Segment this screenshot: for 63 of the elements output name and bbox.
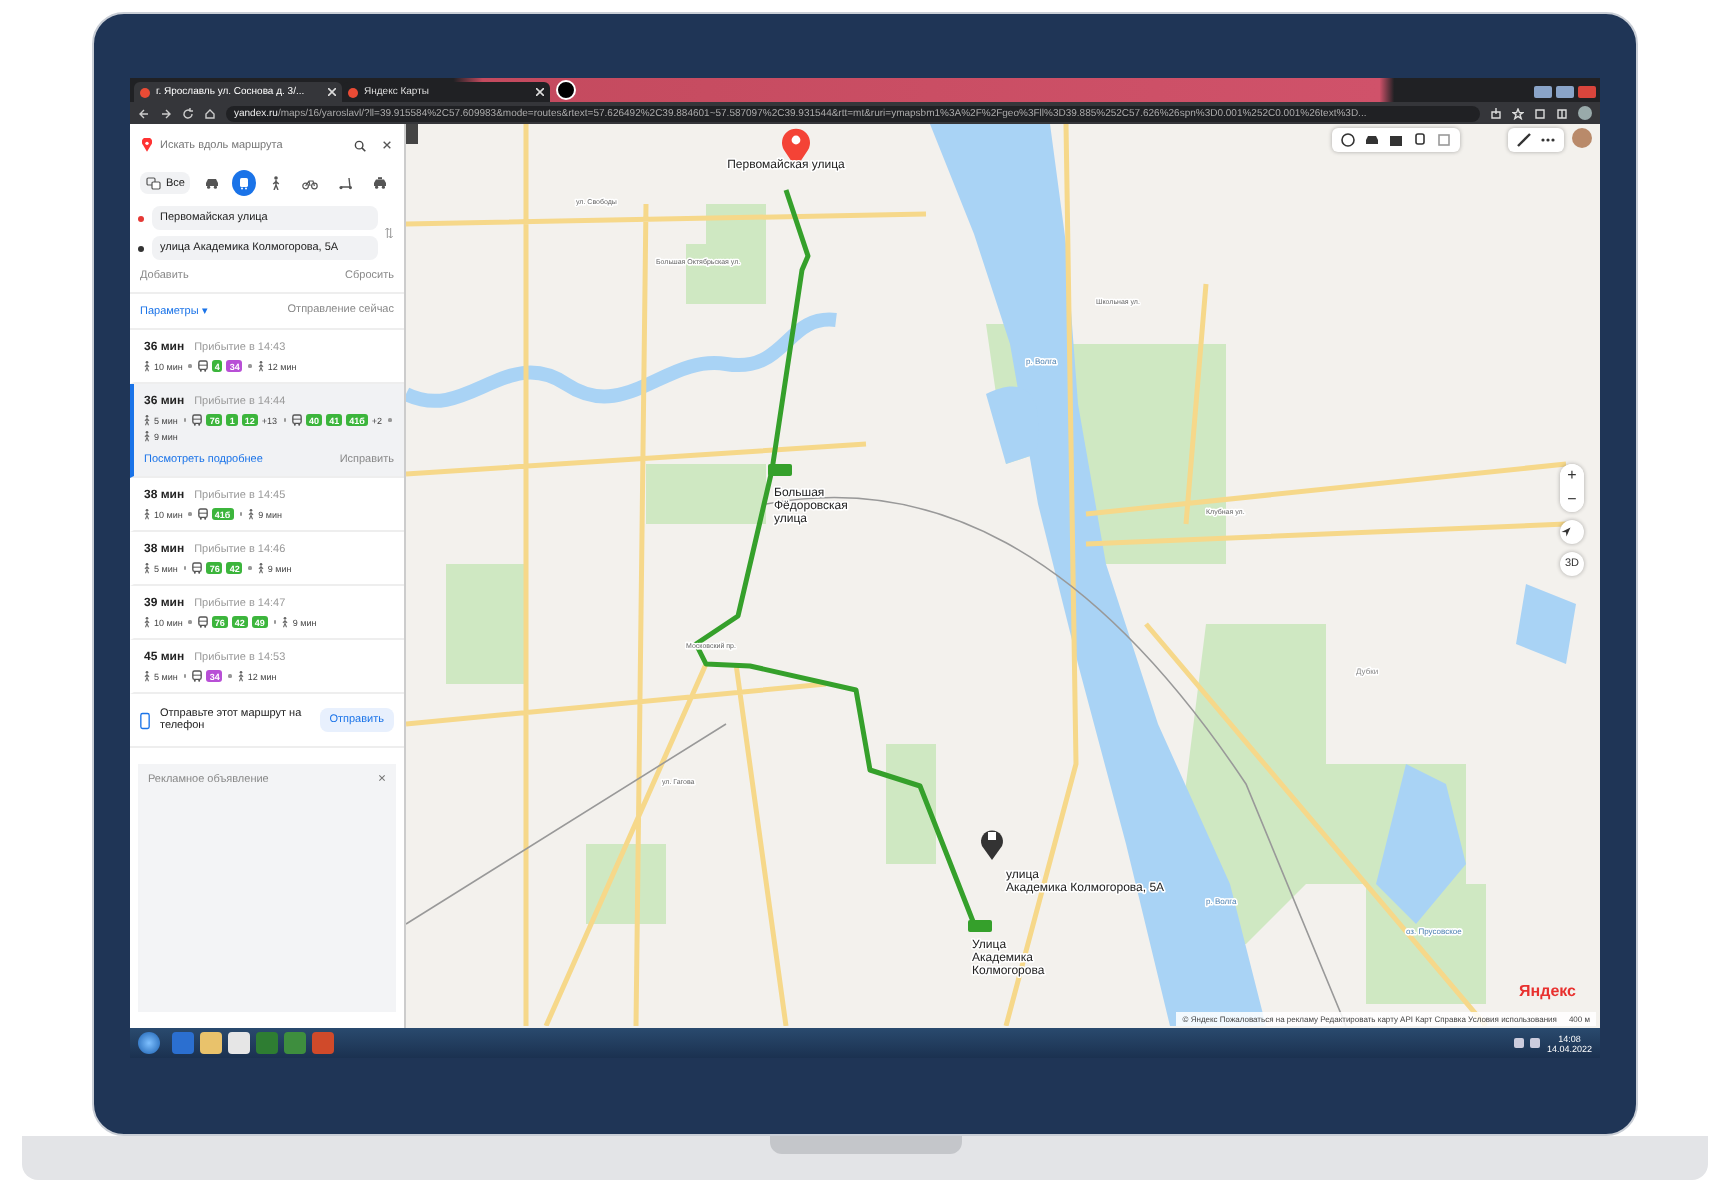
transport-mode-tab[interactable] (231, 170, 256, 196)
bus-icon (292, 414, 303, 426)
point-marker-icon (138, 245, 144, 251)
window-controls-icon[interactable] (1534, 86, 1596, 98)
bicycle-icon (302, 176, 319, 190)
walking-person-icon (144, 616, 150, 628)
favicon-icon (140, 87, 150, 97)
back-icon[interactable] (138, 107, 150, 119)
walking-person-icon (237, 670, 244, 682)
new-tab-button[interactable] (556, 80, 576, 100)
bus-icon (197, 616, 208, 628)
ruler-icon[interactable] (1516, 132, 1532, 148)
walking-person-icon (144, 414, 150, 426)
sidebar-icon[interactable] (1556, 107, 1568, 119)
reload-icon[interactable] (182, 107, 194, 119)
bus-icon (192, 414, 203, 426)
layers-icon[interactable] (1340, 132, 1356, 148)
map-pin-icon (142, 138, 152, 152)
walking-person-icon (144, 430, 150, 442)
walking-person-icon (144, 360, 150, 372)
folder-icon[interactable] (200, 1032, 222, 1054)
bus-stop-icon (968, 920, 992, 932)
scooter-icon (337, 176, 354, 190)
car-icon (203, 176, 220, 190)
bus-icon (235, 176, 252, 190)
start-button[interactable] (138, 1032, 160, 1054)
profile-avatar-icon[interactable] (1578, 106, 1592, 120)
vehicles-icon (146, 176, 162, 190)
walking-person-icon (144, 508, 150, 520)
zoom-in-button[interactable]: + (1560, 464, 1584, 488)
tray-icon[interactable] (1514, 1038, 1525, 1048)
map-logo: Яндекс (1519, 982, 1576, 1000)
locate-button[interactable] (1560, 520, 1584, 544)
walking-person-icon (268, 176, 285, 190)
walking-person-icon (257, 360, 264, 372)
walking-person-icon (282, 616, 289, 628)
bus-icon (197, 508, 208, 520)
user-avatar-icon[interactable] (1572, 128, 1592, 148)
share-icon[interactable] (1490, 107, 1502, 119)
location-arrow-icon[interactable] (1560, 526, 1572, 538)
bus-icon[interactable] (1412, 132, 1428, 148)
walking-person-icon (144, 670, 150, 682)
phone-icon (140, 711, 150, 729)
walking-person-icon (248, 508, 255, 520)
network-icon[interactable] (1530, 1038, 1541, 1048)
taxi-icon (371, 176, 388, 190)
star-icon[interactable] (1512, 107, 1524, 119)
point-marker-icon (138, 215, 144, 221)
walking-person-icon (257, 562, 264, 574)
bus-icon (197, 360, 208, 372)
walking-person-icon (144, 562, 150, 574)
close-icon[interactable] (382, 140, 392, 150)
home-icon[interactable] (204, 107, 216, 119)
browser-app-icon[interactable] (228, 1032, 250, 1054)
forward-icon[interactable] (160, 107, 172, 119)
favicon-icon (348, 87, 358, 97)
bus-stop-icon (768, 464, 792, 476)
destination-pin-icon (981, 830, 1003, 860)
bus-icon (192, 562, 203, 574)
car-icon[interactable] (1364, 132, 1380, 148)
zoom-out-button[interactable]: − (1560, 488, 1584, 512)
bus-icon (192, 670, 203, 682)
search-icon[interactable] (354, 139, 366, 151)
